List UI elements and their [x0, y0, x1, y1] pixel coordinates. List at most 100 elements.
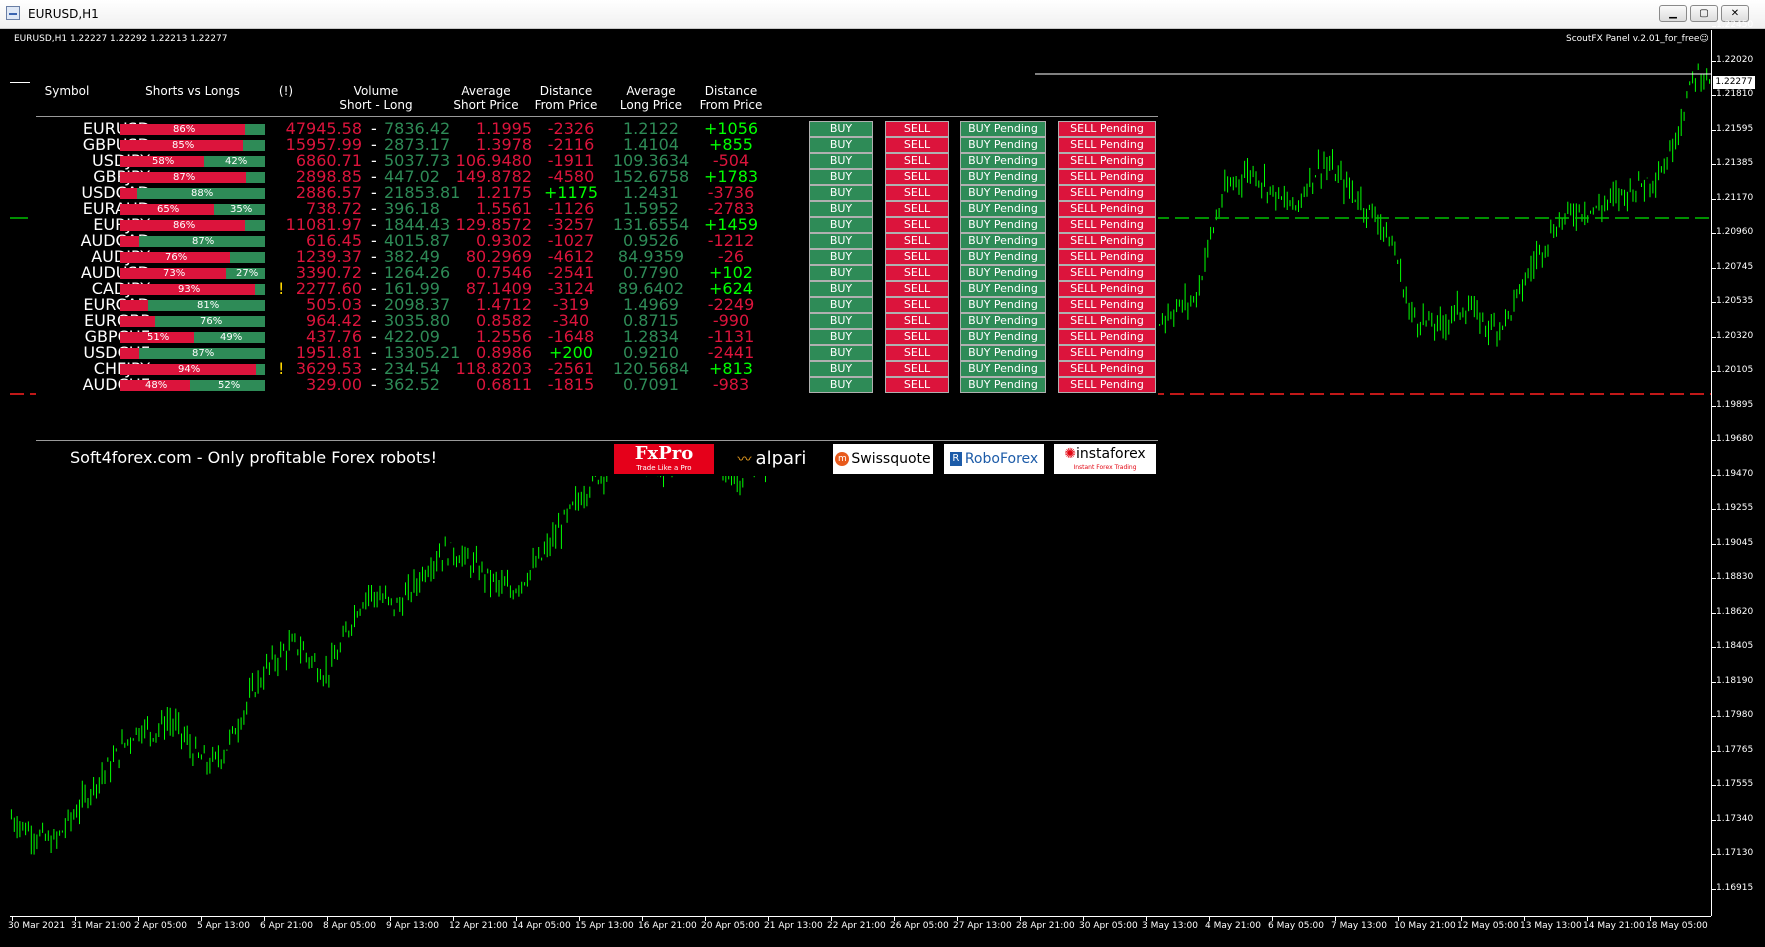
close-icon: ✕ — [1730, 8, 1740, 19]
broker-roboforex-logo[interactable]: R RoboForex — [944, 444, 1044, 474]
sell-button[interactable]: SELL — [885, 281, 949, 297]
buy-button[interactable]: BUY — [809, 377, 873, 393]
buy-pending-button[interactable]: BUY Pending — [960, 361, 1046, 377]
broker-fxpro-logo[interactable]: FxPro Trade Like a Pro — [614, 444, 714, 474]
sell-button[interactable]: SELL — [885, 121, 949, 137]
buy-button[interactable]: BUY — [809, 249, 873, 265]
sell-button[interactable]: SELL — [885, 137, 949, 153]
buy-pending-button[interactable]: BUY Pending — [960, 377, 1046, 393]
time-axis[interactable]: 30 Mar 2021 31 Mar 21:00 2 Apr 05:00 5 Apr … — [8, 916, 1711, 947]
buy-button[interactable]: BUY — [809, 281, 873, 297]
sell-pending-button[interactable]: SELL Pending — [1058, 345, 1156, 361]
buy-button[interactable]: BUY — [809, 201, 873, 217]
time-label: 14 Apr 05:00 — [512, 921, 571, 931]
price-label: 1.22020 — [1716, 54, 1754, 65]
sell-button[interactable]: SELL — [885, 249, 949, 265]
sell-pending-button[interactable]: SELL Pending — [1058, 169, 1156, 185]
sell-pending-button[interactable]: SELL Pending — [1058, 249, 1156, 265]
buy-button[interactable]: BUY — [809, 217, 873, 233]
price-label: 1.17980 — [1716, 710, 1754, 721]
sell-pending-button[interactable]: SELL Pending — [1058, 377, 1156, 393]
broker-swissquote-logo[interactable]: m Swissquote — [833, 444, 933, 474]
sell-pending-button[interactable]: SELL Pending — [1058, 361, 1156, 377]
header-symbol-text: Symbol — [44, 84, 90, 98]
price-label: 1.19895 — [1716, 399, 1754, 410]
maximize-button[interactable]: ▢ — [1690, 5, 1718, 22]
buy-pending-button[interactable]: BUY Pending — [960, 217, 1046, 233]
buy-pending-button[interactable]: BUY Pending — [960, 185, 1046, 201]
buy-button[interactable]: BUY — [809, 153, 873, 169]
broker-instaforex-logo[interactable]: ✺instaforex Instant Forex Trading — [1054, 444, 1156, 474]
buy-button[interactable]: BUY — [809, 361, 873, 377]
current-price-badge: 1.22277 — [1713, 76, 1755, 89]
buy-button[interactable]: BUY — [809, 137, 873, 153]
sell-button[interactable]: SELL — [885, 377, 949, 393]
sell-button[interactable]: SELL — [885, 233, 949, 249]
sell-pending-button[interactable]: SELL Pending — [1058, 153, 1156, 169]
volume-dash: - — [371, 375, 377, 394]
sell-button[interactable]: SELL — [885, 217, 949, 233]
buy-pending-button[interactable]: BUY Pending — [960, 233, 1046, 249]
buy-button[interactable]: BUY — [809, 313, 873, 329]
price-label: 1.19045 — [1716, 537, 1754, 548]
longs-pct: 49% — [220, 332, 243, 343]
sell-pending-button[interactable]: SELL Pending — [1058, 313, 1156, 329]
sell-button[interactable]: SELL — [885, 153, 949, 169]
sell-button[interactable]: SELL — [885, 297, 949, 313]
promo-text[interactable]: Soft4forex.com - Only profitable Forex r… — [70, 448, 437, 467]
longs-pct: 27% — [236, 268, 259, 279]
buy-button[interactable]: BUY — [809, 297, 873, 313]
buy-pending-button[interactable]: BUY Pending — [960, 313, 1046, 329]
buy-button[interactable]: BUY — [809, 169, 873, 185]
minimize-button[interactable]: ▁ — [1659, 5, 1687, 22]
sell-pending-button[interactable]: SELL Pending — [1058, 297, 1156, 313]
chart-info-label: EURUSD,H1 1.22227 1.22292 1.22213 1.2227… — [14, 34, 228, 44]
sell-button[interactable]: SELL — [885, 265, 949, 281]
sell-button[interactable]: SELL — [885, 185, 949, 201]
buy-pending-button[interactable]: BUY Pending — [960, 345, 1046, 361]
sell-button[interactable]: SELL — [885, 169, 949, 185]
buy-button[interactable]: BUY — [809, 121, 873, 137]
buy-pending-button[interactable]: BUY Pending — [960, 281, 1046, 297]
sell-pending-button[interactable]: SELL Pending — [1058, 137, 1156, 153]
sell-pending-button[interactable]: SELL Pending — [1058, 185, 1156, 201]
sell-pending-button[interactable]: SELL Pending — [1058, 217, 1156, 233]
buy-pending-button[interactable]: BUY Pending — [960, 153, 1046, 169]
buy-pending-button[interactable]: BUY Pending — [960, 249, 1046, 265]
buy-pending-button[interactable]: BUY Pending — [960, 265, 1046, 281]
sell-button[interactable]: SELL — [885, 345, 949, 361]
buy-button[interactable]: BUY — [809, 265, 873, 281]
sell-pending-button[interactable]: SELL Pending — [1058, 121, 1156, 137]
sell-pending-button[interactable]: SELL Pending — [1058, 265, 1156, 281]
buy-pending-button[interactable]: BUY Pending — [960, 329, 1046, 345]
sell-pending-button[interactable]: SELL Pending — [1058, 281, 1156, 297]
sell-pending-button[interactable]: SELL Pending — [1058, 201, 1156, 217]
buy-button[interactable]: BUY — [809, 233, 873, 249]
buy-pending-button[interactable]: BUY Pending — [960, 121, 1046, 137]
buy-button[interactable]: BUY — [809, 345, 873, 361]
price-axis[interactable]: 1.22450 1.22020 1.21810 1.21595 1.21385 1.211… — [1711, 20, 1765, 916]
header-warn: (!) — [278, 84, 294, 98]
header-shorts-vs-longs: Shorts vs Longs — [145, 84, 240, 98]
sell-pending-button[interactable]: SELL Pending — [1058, 329, 1156, 345]
sell-button[interactable]: SELL — [885, 313, 949, 329]
header-dist-short: Distance From Price — [526, 84, 606, 112]
sell-pending-button[interactable]: SELL Pending — [1058, 233, 1156, 249]
shorts-longs-bar: 58% 42% — [120, 156, 265, 167]
header-avg-short-line2: Short Price — [453, 98, 519, 112]
buy-pending-button[interactable]: BUY Pending — [960, 137, 1046, 153]
scoutfx-panel: Symbol Shorts vs Longs (!) Volume Short … — [36, 84, 1158, 476]
broker-alpari-logo[interactable]: 〰 alpari — [722, 444, 822, 474]
sell-button[interactable]: SELL — [885, 329, 949, 345]
buy-button[interactable]: BUY — [809, 329, 873, 345]
sell-button[interactable]: SELL — [885, 201, 949, 217]
buy-pending-button[interactable]: BUY Pending — [960, 169, 1046, 185]
longs-pct: 76% — [200, 316, 223, 327]
fxpro-name: FxPro — [634, 443, 694, 464]
buy-button[interactable]: BUY — [809, 185, 873, 201]
buy-pending-button[interactable]: BUY Pending — [960, 201, 1046, 217]
price-label: 1.19680 — [1716, 434, 1754, 445]
sell-button[interactable]: SELL — [885, 361, 949, 377]
buy-pending-button[interactable]: BUY Pending — [960, 297, 1046, 313]
price-label: 1.17555 — [1716, 779, 1754, 790]
